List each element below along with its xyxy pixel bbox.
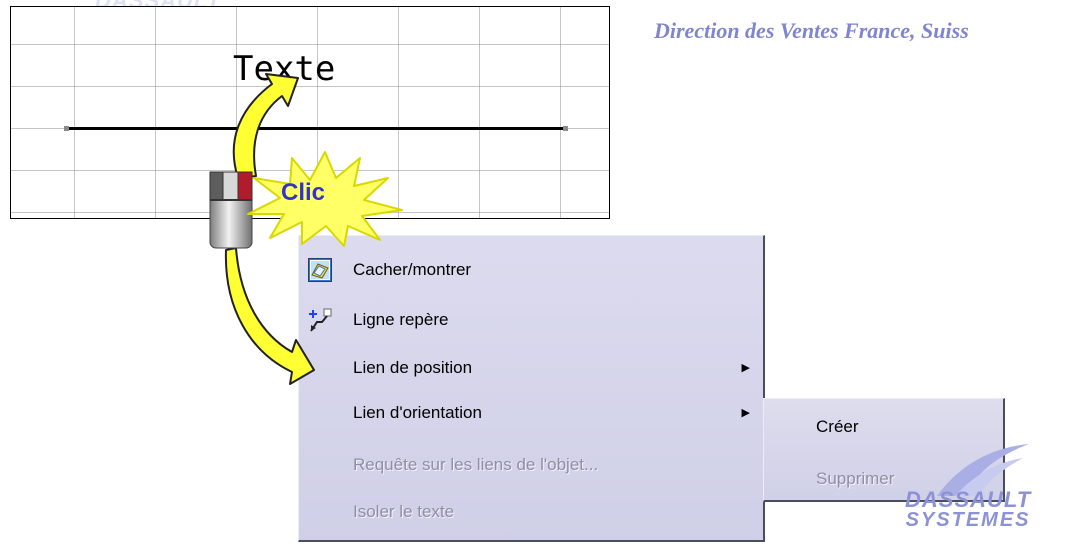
dassault-systemes-logo: DASSAULT SYSTEMES — [905, 487, 1032, 531]
logo-line-2: SYSTEMES — [905, 509, 1031, 531]
logo-line-1: DASSAULT — [905, 487, 1032, 512]
curved-arrow-down-icon — [224, 247, 315, 385]
click-callout-label: Clic — [281, 179, 326, 206]
